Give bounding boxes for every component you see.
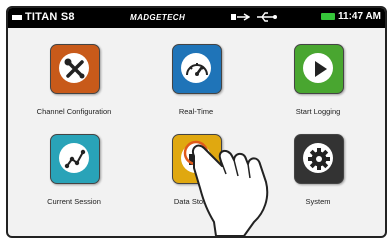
device-screen: TITAN S8 MADGETECH 11:47 AM Channel Conf… [6,6,387,238]
pointing-hand-icon [183,140,269,236]
